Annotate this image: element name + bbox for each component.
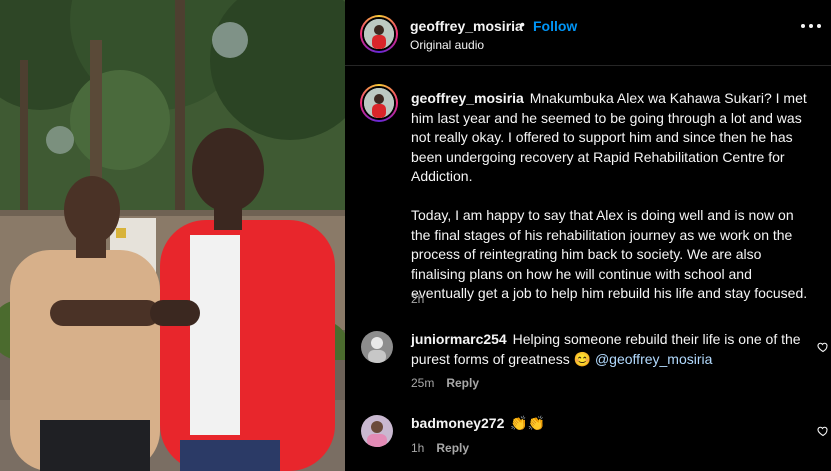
author-username-link[interactable]: geoffrey_mosiria bbox=[410, 18, 523, 34]
caption-username-link[interactable]: geoffrey_mosiria bbox=[411, 90, 524, 106]
avatar-image bbox=[361, 415, 393, 447]
reply-button[interactable]: Reply bbox=[446, 376, 479, 390]
post-details-panel: geoffrey_mosiria • Follow Original audio… bbox=[345, 0, 831, 471]
post-caption: geoffrey_mosiria Mnakumbuka Alex wa Kaha… bbox=[411, 89, 816, 304]
post-media-image[interactable] bbox=[0, 0, 345, 471]
commenter-avatar[interactable] bbox=[361, 331, 393, 363]
more-options-icon[interactable] bbox=[801, 24, 821, 30]
smile-emoji: 😊 bbox=[573, 350, 592, 367]
follow-button[interactable]: Follow bbox=[533, 18, 577, 34]
avatar-image bbox=[364, 19, 394, 49]
comment-text: juniormarc254 Helping someone rebuild th… bbox=[411, 330, 806, 369]
caption-author-avatar[interactable] bbox=[360, 84, 398, 122]
commenter-username-link[interactable]: badmoney272 bbox=[411, 415, 504, 431]
comment-meta: 1h Reply bbox=[411, 441, 469, 455]
clapping-emoji: 👏👏 bbox=[510, 415, 546, 431]
mention-link[interactable]: @geoffrey_mosiria bbox=[595, 351, 712, 367]
commenter-avatar[interactable] bbox=[361, 415, 393, 447]
commenter-username-link[interactable]: juniormarc254 bbox=[411, 331, 507, 347]
post-header: geoffrey_mosiria • Follow Original audio bbox=[345, 0, 831, 66]
caption-timestamp[interactable]: 2h bbox=[411, 292, 424, 306]
caption-paragraph-2: Today, I am happy to say that Alex is do… bbox=[411, 207, 808, 301]
comment-timestamp[interactable]: 25m bbox=[411, 376, 434, 390]
separator-dot: • bbox=[520, 16, 525, 32]
reply-button[interactable]: Reply bbox=[436, 441, 469, 455]
audio-link[interactable]: Original audio bbox=[410, 38, 484, 52]
avatar-image bbox=[364, 88, 394, 118]
comment-timestamp[interactable]: 1h bbox=[411, 441, 424, 455]
like-heart-icon[interactable] bbox=[817, 341, 829, 353]
comment-meta: 25m Reply bbox=[411, 376, 479, 390]
like-heart-icon[interactable] bbox=[817, 425, 829, 437]
comment-text: badmoney272 👏👏 bbox=[411, 414, 806, 434]
avatar-image bbox=[361, 331, 393, 363]
author-avatar[interactable] bbox=[360, 15, 398, 53]
photo-scene bbox=[0, 0, 345, 471]
